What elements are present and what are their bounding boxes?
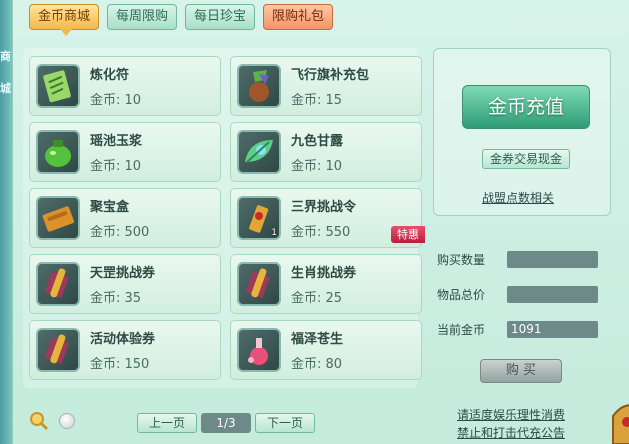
shop-window: 金币商城 每周限购 每日珍宝 限购礼包 炼化符 金币: 10 飞行旗补充包 金币: … [12, 0, 629, 444]
item-card[interactable]: 生肖挑战券金币: 25 [230, 254, 422, 314]
page-indicator: 1/3 [201, 413, 252, 433]
toggle-dot-icon[interactable] [59, 413, 75, 429]
magnifier-icon[interactable] [29, 411, 49, 431]
current-gold-label: 当前金币 [437, 322, 486, 337]
item-price: 金币: 35 [90, 291, 142, 306]
prev-page-button[interactable]: 上一页 [137, 413, 198, 433]
item-price: 金币: 550 [291, 225, 351, 240]
total-price-field [507, 285, 598, 303]
item-name: 炼化符 [90, 68, 130, 83]
item-price: 金币: 25 [291, 291, 343, 306]
item-card[interactable]: 炼化符金币: 10 [29, 56, 221, 116]
recharge-button[interactable]: 金币充值 [462, 85, 590, 129]
dew-leaf-icon [237, 130, 281, 174]
corner-ornament-icon [609, 396, 629, 444]
item-name: 福泽苍生 [291, 332, 344, 347]
item-price: 金币: 500 [90, 225, 150, 240]
tab-limited-gift[interactable]: 限购礼包 [263, 4, 334, 30]
item-name: 天罡挑战券 [90, 266, 156, 281]
treasure-box-icon [36, 196, 80, 240]
consumption-notice: 请适度娱乐理性消费 禁止和打击代充公告 [457, 406, 565, 442]
item-card[interactable]: 聚宝盒金币: 500 [29, 188, 221, 248]
scroll-icon [237, 262, 281, 306]
flag-pouch-icon [237, 64, 281, 108]
purchase-form: 购买数量 物品总价 当前金币 1091 [437, 250, 598, 355]
recharge-panel: 金币充值 金券交易现金 战盟点数相关 [433, 48, 611, 216]
quantity-label: 购买数量 [437, 252, 486, 267]
buy-button[interactable]: 购 买 [480, 359, 562, 383]
edge-glyph-1: 商 [0, 50, 11, 63]
next-page-button[interactable]: 下一页 [255, 413, 316, 433]
scroll-icon [36, 328, 80, 372]
item-card[interactable]: 活动体验券金币: 150 [29, 320, 221, 380]
green-jar-icon [36, 130, 80, 174]
item-card[interactable]: 飞行旗补充包 金币: 15 [230, 56, 422, 116]
potion-icon [237, 328, 281, 372]
item-card[interactable]: 九色甘露金币: 10 [230, 122, 422, 182]
voucher-trade-button[interactable]: 金券交易现金 [482, 149, 570, 169]
alliance-points-link[interactable]: 战盟点数相关 [482, 189, 554, 206]
discount-badge: 特惠 [391, 226, 425, 243]
item-name: 九色甘露 [291, 134, 344, 149]
notice-line-2[interactable]: 禁止和打击代充公告 [457, 424, 565, 442]
item-price: 金币: 10 [90, 159, 142, 174]
challenge-token-icon: 1 [237, 196, 281, 240]
edge-glyph-2: 城 [0, 82, 11, 95]
item-card[interactable]: 1 三界挑战令金币: 550 特惠 [230, 188, 425, 248]
shop-tabs: 金币商城 每周限购 每日珍宝 限购礼包 [29, 4, 334, 36]
item-name: 聚宝盒 [90, 200, 130, 215]
item-price: 金币: 15 [291, 93, 343, 108]
item-price: 金币: 10 [291, 159, 343, 174]
talisman-icon [36, 64, 80, 108]
quantity-field[interactable] [507, 250, 598, 268]
pagination: 上一页 1/3 下一页 [137, 413, 316, 433]
tab-gold-shop[interactable]: 金币商城 [29, 4, 100, 36]
item-card[interactable]: 天罡挑战券金币: 35 [29, 254, 221, 314]
item-name: 三界挑战令 [291, 200, 357, 215]
item-name: 飞行旗补充包 [291, 68, 370, 83]
item-grid: 炼化符 金币: 10 飞行旗补充包 金币: 15 瑶池玉浆 金币: 10 九色甘露 金币… [23, 48, 425, 388]
notice-line-1[interactable]: 请适度娱乐理性消费 [457, 406, 565, 424]
item-name: 瑶池玉浆 [90, 134, 143, 149]
scroll-icon [36, 262, 80, 306]
item-count: 1 [271, 228, 277, 238]
item-price: 金币: 150 [90, 357, 150, 372]
tab-weekly-limit[interactable]: 每周限购 [107, 4, 178, 30]
item-card[interactable]: 瑶池玉浆金币: 10 [29, 122, 221, 182]
item-price: 金币: 10 [90, 93, 142, 108]
item-name: 生肖挑战券 [291, 266, 357, 281]
total-price-label: 物品总价 [437, 287, 486, 302]
current-gold-field: 1091 [507, 320, 598, 338]
item-card[interactable]: 福泽苍生金币: 80 [230, 320, 422, 380]
item-name: 活动体验券 [90, 332, 156, 347]
left-edge-decoration: 商 城 [0, 0, 12, 444]
item-price: 金币: 80 [291, 357, 343, 372]
tab-daily-treasure[interactable]: 每日珍宝 [185, 4, 256, 30]
